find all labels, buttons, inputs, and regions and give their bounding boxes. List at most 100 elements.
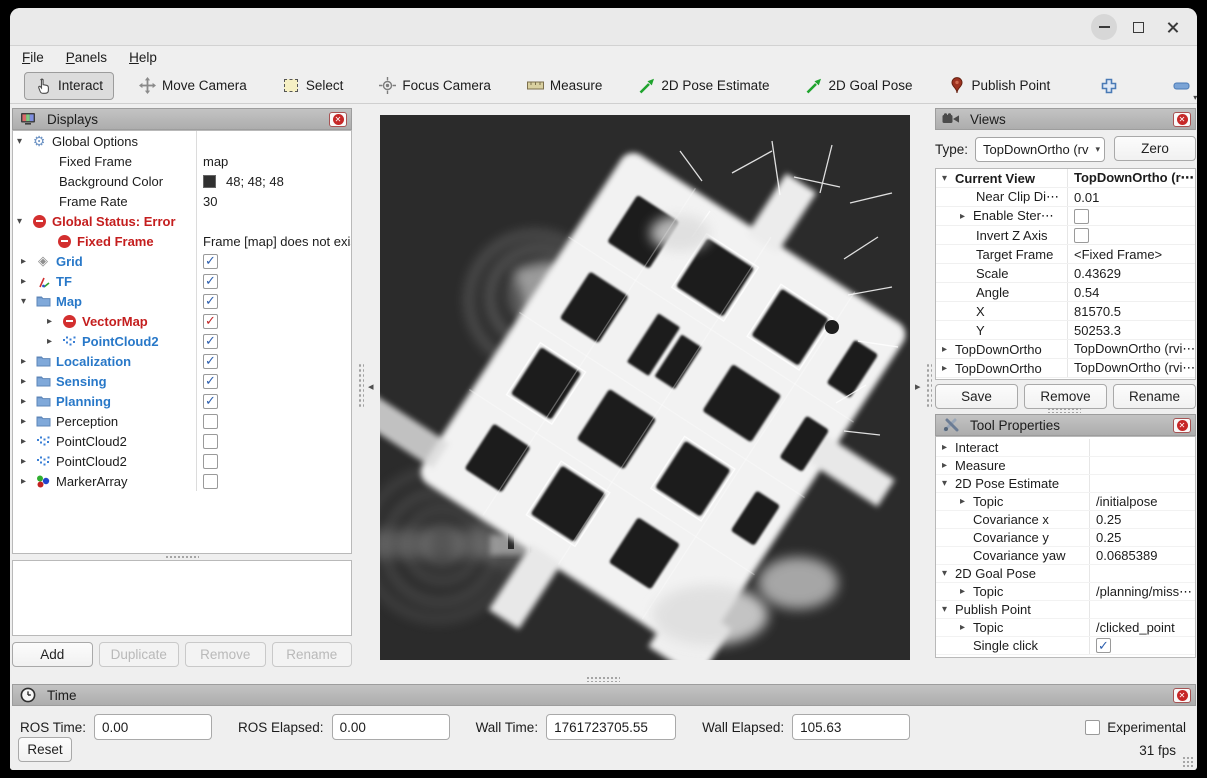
row-value[interactable]: <Fixed Frame> (1074, 247, 1162, 262)
rename-display-button[interactable]: Rename (272, 642, 353, 667)
view-row-angle[interactable]: Angle 0.54 (936, 283, 1195, 302)
row-value[interactable]: 30 (203, 194, 217, 209)
ros-time-input[interactable] (94, 714, 212, 740)
display-enabled-checkbox[interactable] (203, 274, 218, 289)
tool-row-interact[interactable]: Interact (936, 439, 1195, 457)
view-row-current[interactable]: Current View TopDownOrtho (r⋯ (936, 169, 1195, 188)
expander-icon[interactable] (942, 568, 955, 579)
remove-display-button[interactable]: Remove (185, 642, 266, 667)
experimental-checkbox[interactable] (1085, 720, 1100, 735)
display-enabled-checkbox[interactable] (203, 414, 218, 429)
expander-icon[interactable] (942, 363, 955, 374)
tool-move-camera-button[interactable]: Move Camera (128, 72, 258, 100)
viewport-3d[interactable] (380, 115, 910, 660)
expander-icon[interactable] (21, 436, 34, 447)
expander-icon[interactable] (960, 211, 973, 222)
expander-icon[interactable] (942, 442, 955, 453)
tool-2d-goal-pose-button[interactable]: 2D Goal Pose (794, 72, 923, 100)
display-row-markerarray[interactable]: MarkerArray (13, 471, 351, 491)
property-checkbox[interactable] (1074, 209, 1089, 224)
display-enabled-checkbox[interactable] (203, 254, 218, 269)
expander-icon[interactable] (960, 496, 973, 507)
tool-properties-header[interactable]: Tool Properties (935, 414, 1196, 436)
expander-icon[interactable] (960, 586, 973, 597)
display-row-global-options[interactable]: ⚙ Global Options (13, 131, 351, 151)
display-row-global-status[interactable]: Global Status: Error (13, 211, 351, 231)
display-row-tf[interactable]: TF (13, 271, 351, 291)
expander-icon[interactable] (21, 456, 34, 467)
row-value[interactable]: 0.0685389 (1096, 548, 1157, 563)
expander-icon[interactable] (21, 256, 34, 267)
tool-publish-point-button[interactable]: Publish Point (938, 72, 1062, 100)
expander-icon[interactable] (960, 622, 973, 633)
row-value[interactable]: map (203, 154, 228, 169)
remove-tool-button[interactable]: ▾ (1162, 72, 1197, 100)
display-enabled-checkbox[interactable] (203, 454, 218, 469)
display-row-map[interactable]: Map (13, 291, 351, 311)
expander-icon[interactable] (21, 276, 34, 287)
row-value[interactable]: 0.43629 (1074, 266, 1121, 281)
collapse-right-icon[interactable]: ▸ (915, 380, 921, 393)
row-value[interactable]: 0.25 (1096, 512, 1121, 527)
expander-icon[interactable] (17, 136, 30, 147)
display-enabled-checkbox[interactable] (203, 374, 218, 389)
property-checkbox[interactable] (1074, 228, 1089, 243)
display-row-pointcloud2[interactable]: PointCloud2 (13, 331, 351, 351)
row-value[interactable]: /clicked_point (1096, 620, 1175, 635)
expander-icon[interactable] (942, 173, 955, 184)
add-tool-button[interactable] (1089, 72, 1128, 100)
display-enabled-checkbox[interactable] (203, 314, 218, 329)
displays-panel-header[interactable]: Displays (12, 108, 352, 130)
tool-row-covariance-yaw[interactable]: Covariance yaw 0.0685389 (936, 547, 1195, 565)
view-row-x[interactable]: X 81570.5 (936, 302, 1195, 321)
menu-help[interactable]: Help (129, 50, 157, 65)
tool-row-covariance-y[interactable]: Covariance y 0.25 (936, 529, 1195, 547)
view-row-saved-2[interactable]: TopDownOrtho TopDownOrtho (rvi⋯ (936, 359, 1195, 378)
tool-focus-camera-button[interactable]: Focus Camera (368, 72, 502, 100)
duplicate-display-button[interactable]: Duplicate (99, 642, 180, 667)
view-row-saved-1[interactable]: TopDownOrtho TopDownOrtho (rvi⋯ (936, 340, 1195, 359)
display-row-grid[interactable]: ◈ Grid (13, 251, 351, 271)
single-click-checkbox[interactable] (1096, 638, 1111, 653)
save-view-button[interactable]: Save (935, 384, 1018, 409)
views-panel-header[interactable]: Views (935, 108, 1196, 130)
tool-interact-button[interactable]: Interact (24, 72, 114, 100)
tool-row-single-click[interactable]: Single click (936, 637, 1195, 655)
row-value[interactable]: 0.01 (1074, 190, 1099, 205)
splitter-handle[interactable] (586, 676, 620, 682)
expander-icon[interactable] (942, 478, 955, 489)
reset-button[interactable]: Reset (18, 737, 72, 762)
resize-grip[interactable] (1182, 756, 1194, 768)
row-value[interactable]: /initialpose (1096, 494, 1157, 509)
display-row-vectormap[interactable]: VectorMap (13, 311, 351, 331)
splitter-handle[interactable] (1047, 407, 1081, 413)
minimize-button[interactable] (1091, 14, 1117, 40)
tool-measure-button[interactable]: Measure (516, 72, 614, 100)
display-row-fixed-frame-error[interactable]: Fixed Frame Frame [map] does not exist (13, 231, 351, 251)
display-row-sensing[interactable]: Sensing (13, 371, 351, 391)
expander-icon[interactable] (21, 416, 34, 427)
remove-view-button[interactable]: Remove (1024, 384, 1107, 409)
tool-row-pose-estimate[interactable]: 2D Pose Estimate (936, 475, 1195, 493)
view-row-invert-z[interactable]: Invert Z Axis (936, 226, 1195, 245)
menu-panels[interactable]: Panels (66, 50, 107, 65)
display-enabled-checkbox[interactable] (203, 294, 218, 309)
display-enabled-checkbox[interactable] (203, 354, 218, 369)
display-enabled-checkbox[interactable] (203, 474, 218, 489)
display-row-perception[interactable]: Perception (13, 411, 351, 431)
titlebar[interactable] (10, 8, 1197, 46)
display-row-fixed-frame[interactable]: Fixed Frame map (13, 151, 351, 171)
view-row-scale[interactable]: Scale 0.43629 (936, 264, 1195, 283)
display-row-pointcloud2-c[interactable]: PointCloud2 (13, 451, 351, 471)
left-splitter[interactable]: ◂ (354, 108, 380, 668)
display-row-pointcloud2-b[interactable]: PointCloud2 (13, 431, 351, 451)
row-value[interactable]: /planning/miss⋯ (1096, 584, 1192, 600)
close-panel-button[interactable] (329, 112, 347, 127)
display-enabled-checkbox[interactable] (203, 434, 218, 449)
display-row-background-color[interactable]: Background Color 48; 48; 48 (13, 171, 351, 191)
view-type-combobox[interactable]: TopDownOrtho (rv ▾ (975, 137, 1105, 162)
view-row-enable-stereo[interactable]: Enable Ster⋯ (936, 207, 1195, 226)
expander-icon[interactable] (942, 604, 955, 615)
add-display-button[interactable]: Add (12, 642, 93, 667)
display-enabled-checkbox[interactable] (203, 394, 218, 409)
